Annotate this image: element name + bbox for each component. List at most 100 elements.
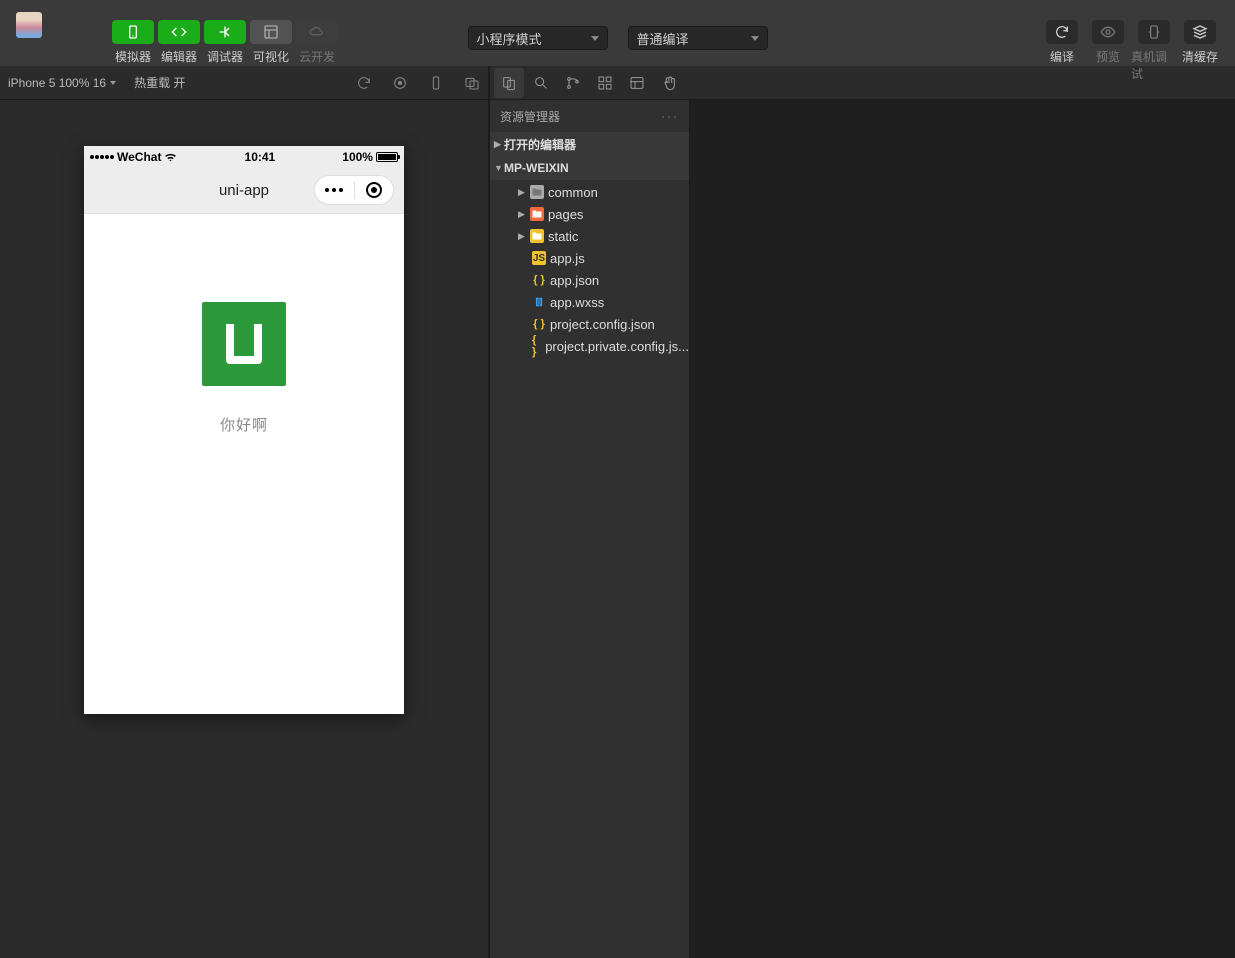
folder-row[interactable]: ▶ pages bbox=[490, 203, 689, 225]
reload-icon[interactable] bbox=[356, 75, 372, 91]
explorer-sidebar: 资源管理器 ··· ▶ 打开的编辑器 ▼ MP-WEIXIN ▶ common bbox=[490, 100, 690, 958]
user-avatar[interactable] bbox=[16, 12, 42, 38]
files-icon bbox=[501, 75, 517, 91]
editor-area bbox=[690, 100, 1235, 958]
folder-row[interactable]: ▶ static bbox=[490, 225, 689, 247]
refresh-icon bbox=[1054, 24, 1070, 40]
file-row[interactable]: { } app.json bbox=[490, 269, 689, 291]
mode-select[interactable]: 小程序模式 bbox=[468, 26, 608, 50]
device-select[interactable]: iPhone 5 100% 16 bbox=[8, 76, 116, 90]
remote-debug-button[interactable] bbox=[1138, 20, 1170, 44]
debugger-button[interactable] bbox=[204, 20, 246, 44]
project-section[interactable]: ▼ MP-WEIXIN bbox=[490, 156, 689, 180]
preview-label: 预览 bbox=[1096, 48, 1120, 65]
tab-run[interactable] bbox=[622, 68, 652, 98]
compile-select-value: 普通编译 bbox=[637, 29, 689, 48]
tab-components[interactable] bbox=[590, 68, 620, 98]
editor-label: 编辑器 bbox=[161, 48, 197, 65]
grid-icon bbox=[597, 75, 613, 91]
record-icon[interactable] bbox=[392, 75, 408, 91]
stack-icon bbox=[1192, 24, 1208, 40]
device-select-value: iPhone 5 100% 16 bbox=[8, 76, 106, 90]
file-row[interactable]: ⫾⫾ app.wxss bbox=[490, 291, 689, 313]
topbar-center: 小程序模式 普通编译 bbox=[468, 26, 768, 50]
layout-icon bbox=[629, 75, 645, 91]
project-label: MP-WEIXIN bbox=[504, 161, 569, 175]
battery-icon bbox=[376, 152, 398, 162]
tab-explorer[interactable] bbox=[494, 68, 524, 98]
preview-button[interactable] bbox=[1092, 20, 1124, 44]
visualize-button[interactable] bbox=[250, 20, 292, 44]
device-icon[interactable] bbox=[428, 75, 444, 91]
code-icon bbox=[171, 24, 187, 40]
caret-down-icon bbox=[591, 36, 599, 41]
file-name: project.private.config.js... bbox=[545, 339, 689, 354]
mode-buttons-group: 模拟器 编辑器 调试器 可视化 云开发 bbox=[112, 20, 338, 65]
file-row[interactable]: { } project.private.config.js... bbox=[490, 335, 689, 357]
visualize-label: 可视化 bbox=[253, 48, 289, 65]
explorer-header: 资源管理器 ··· bbox=[490, 100, 689, 132]
battery-label: 100% bbox=[342, 150, 373, 164]
layout-icon bbox=[263, 24, 279, 40]
phone-title: uni-app bbox=[219, 182, 269, 199]
hot-reload-toggle[interactable]: 热重载 开 bbox=[134, 74, 189, 91]
folder-name: common bbox=[548, 185, 598, 200]
capsule-buttons bbox=[314, 175, 394, 205]
phone-status-bar: WeChat 10:41 100% bbox=[84, 146, 404, 168]
folder-icon bbox=[530, 207, 544, 221]
chevron-right-icon: ▶ bbox=[518, 187, 526, 198]
phone-frame: WeChat 10:41 100% uni-app bbox=[84, 146, 404, 714]
time-label: 10:41 bbox=[245, 150, 276, 164]
folder-row[interactable]: ▶ common bbox=[490, 181, 689, 203]
wifi-icon bbox=[164, 152, 177, 162]
git-icon bbox=[565, 75, 581, 91]
explorer-title: 资源管理器 bbox=[500, 108, 560, 125]
window-icon[interactable] bbox=[464, 75, 480, 91]
branch-icon bbox=[217, 24, 233, 40]
main-split: iPhone 5 100% 16 热重载 开 WeChat bbox=[0, 66, 1235, 958]
compile-label: 编译 bbox=[1050, 48, 1074, 65]
file-name: app.js bbox=[550, 251, 585, 266]
simulator-label: 模拟器 bbox=[115, 48, 151, 65]
more-button[interactable]: ··· bbox=[661, 109, 679, 123]
eye-icon bbox=[1100, 24, 1116, 40]
search-icon bbox=[533, 75, 549, 91]
remote-debug-label: 真机调试 bbox=[1131, 48, 1177, 82]
open-editors-section[interactable]: ▶ 打开的编辑器 bbox=[490, 132, 689, 156]
topbar-right: 编译 预览 真机调试 清缓存 bbox=[1039, 20, 1223, 82]
tab-git[interactable] bbox=[558, 68, 588, 98]
compile-button[interactable] bbox=[1046, 20, 1078, 44]
chevron-right-icon: ▶ bbox=[494, 139, 502, 150]
file-row[interactable]: { } project.config.json bbox=[490, 313, 689, 335]
phone-icon bbox=[125, 24, 141, 40]
js-file-icon: JS bbox=[532, 251, 546, 265]
phone-nav-bar: uni-app bbox=[84, 168, 404, 214]
compile-select[interactable]: 普通编译 bbox=[628, 26, 768, 50]
u-icon bbox=[226, 324, 262, 364]
file-tree: ▶ common ▶ pages ▶ static bbox=[490, 180, 689, 358]
folder-name: pages bbox=[548, 207, 583, 222]
simulator-stage: WeChat 10:41 100% uni-app bbox=[0, 100, 488, 958]
open-editors-label: 打开的编辑器 bbox=[504, 136, 576, 153]
json-file-icon: { } bbox=[532, 317, 546, 331]
tab-store[interactable] bbox=[654, 68, 684, 98]
carrier-label: WeChat bbox=[117, 150, 161, 164]
file-name: app.wxss bbox=[550, 295, 604, 310]
file-row[interactable]: JS app.js bbox=[490, 247, 689, 269]
caret-down-icon bbox=[751, 36, 759, 41]
clear-cache-button[interactable] bbox=[1184, 20, 1216, 44]
signal-icon bbox=[90, 155, 114, 159]
hot-reload-label: 热重载 开 bbox=[134, 74, 185, 91]
simulator-button[interactable] bbox=[112, 20, 154, 44]
bug-icon bbox=[1146, 24, 1162, 40]
debugger-label: 调试器 bbox=[207, 48, 243, 65]
cloud-label: 云开发 bbox=[299, 48, 335, 65]
editor-button[interactable] bbox=[158, 20, 200, 44]
capsule-close-button[interactable] bbox=[355, 182, 394, 198]
cloud-button bbox=[296, 20, 338, 44]
capsule-menu-button[interactable] bbox=[315, 188, 354, 192]
folder-icon bbox=[530, 185, 544, 199]
mode-select-value: 小程序模式 bbox=[477, 29, 542, 48]
tab-search[interactable] bbox=[526, 68, 556, 98]
target-icon bbox=[366, 182, 382, 198]
